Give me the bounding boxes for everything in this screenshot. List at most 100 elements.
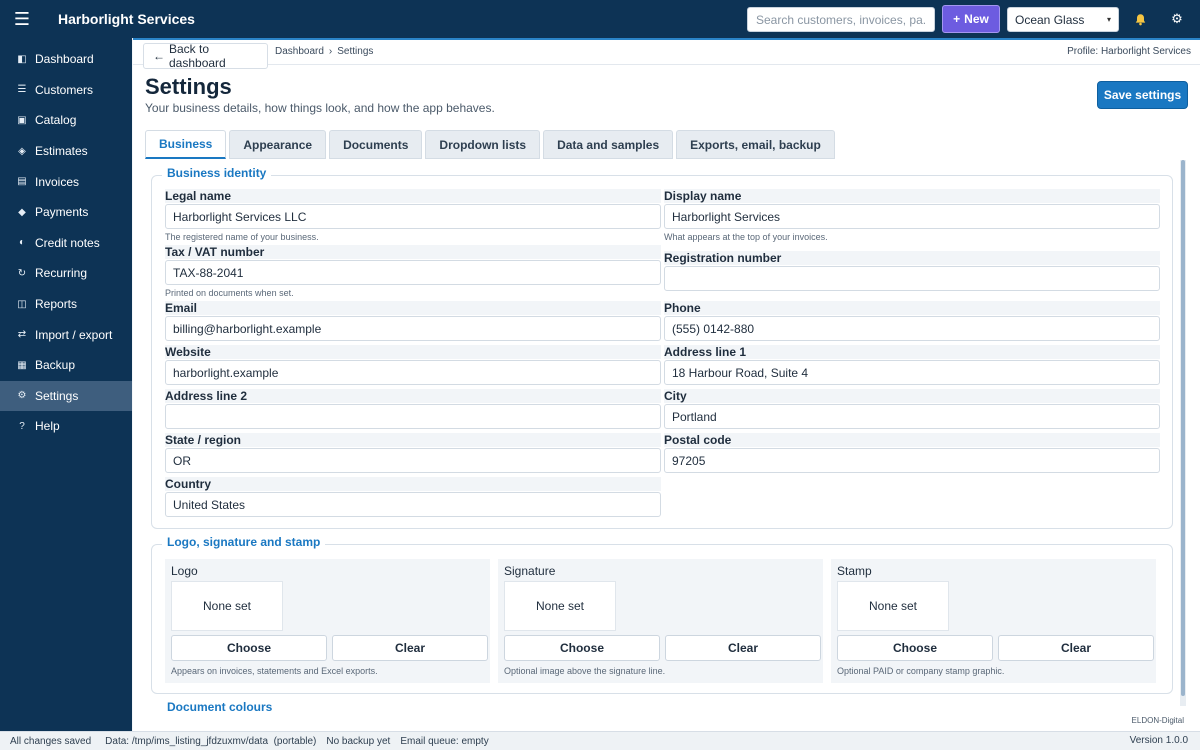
signature-clear-button[interactable]: Clear bbox=[665, 635, 821, 661]
field-label: Tax / VAT number bbox=[165, 245, 661, 259]
state-region-field: State / region OR bbox=[165, 433, 661, 473]
bell-icon[interactable] bbox=[1129, 8, 1151, 30]
city-field: City Portland bbox=[664, 389, 1160, 429]
field-label: City bbox=[664, 389, 1160, 403]
legal-name-input[interactable]: Harborlight Services LLC bbox=[165, 204, 661, 229]
asset-title: Signature bbox=[504, 564, 556, 578]
breadcrumb-dashboard[interactable]: Dashboard bbox=[275, 46, 324, 57]
asset-title: Stamp bbox=[837, 564, 872, 578]
tab-exports-email-backup[interactable]: Exports, email, backup bbox=[676, 130, 835, 159]
theme-select[interactable]: Ocean Glass ▾ bbox=[1007, 7, 1119, 32]
phone-input[interactable]: (555) 0142-880 bbox=[664, 316, 1160, 341]
email-input[interactable]: billing@harborlight.example bbox=[165, 316, 661, 341]
tab-appearance[interactable]: Appearance bbox=[229, 130, 327, 159]
sidebar-item-import-export[interactable]: ⇄ Import / export bbox=[0, 319, 132, 350]
logo-choose-button[interactable]: Choose bbox=[171, 635, 327, 661]
back-button-label: Back to dashboard bbox=[169, 42, 226, 70]
sidebar-item-label: Backup bbox=[35, 358, 76, 373]
signature-choose-button[interactable]: Choose bbox=[504, 635, 660, 661]
plus-icon: + bbox=[953, 12, 961, 26]
back-to-dashboard-button[interactable]: ← Back to dashboard bbox=[143, 42, 268, 70]
help-icon: ? bbox=[19, 420, 25, 432]
sidebar-item-label: Import / export bbox=[35, 327, 113, 342]
stamp-panel: Stamp None set Choose Clear Optional PAI… bbox=[831, 559, 1156, 683]
top-bar: ☰ Harborlight Services + New Ocean Glass… bbox=[0, 0, 1200, 38]
sidebar-item-help[interactable]: ? Help bbox=[0, 411, 132, 442]
stamp-clear-button[interactable]: Clear bbox=[998, 635, 1154, 661]
website-field: Website harborlight.example bbox=[165, 345, 661, 385]
country-field: Country United States bbox=[165, 477, 661, 517]
credit-note-icon: ◐ bbox=[18, 237, 26, 249]
save-status: All changes saved bbox=[10, 735, 92, 747]
sidebar-item-settings[interactable]: ⚙ Settings bbox=[0, 380, 132, 412]
sidebar-item-payments[interactable]: ◆ Payments bbox=[0, 197, 132, 228]
tax-number-input[interactable]: TAX-88-2041 bbox=[165, 260, 661, 285]
sidebar-item-invoices[interactable]: ▤ Invoices bbox=[0, 166, 132, 197]
country-input[interactable]: United States bbox=[165, 492, 661, 517]
status-bar: All changes saved Data: /tmp/ims_listing… bbox=[0, 731, 1200, 750]
business-identity-section: Business identity Legal name Harborlight… bbox=[151, 166, 1173, 529]
city-input[interactable]: Portland bbox=[664, 404, 1160, 429]
field-label: Address line 1 bbox=[664, 345, 1160, 359]
document-colours-legend: Document colours bbox=[167, 700, 273, 714]
sidebar-item-dashboard[interactable]: ◧ Dashboard bbox=[0, 44, 132, 75]
arrow-left-icon: ← bbox=[153, 49, 165, 63]
search-input[interactable] bbox=[747, 7, 935, 32]
sidebar-item-estimates[interactable]: ◈ Estimates bbox=[0, 136, 132, 167]
email-field: Email billing@harborlight.example bbox=[165, 301, 661, 341]
stamp-choose-button[interactable]: Choose bbox=[837, 635, 993, 661]
estimate-icon: ◈ bbox=[18, 145, 26, 157]
sidebar-item-recurring[interactable]: ↻ Recurring bbox=[0, 258, 132, 289]
new-button[interactable]: + New bbox=[942, 5, 1000, 33]
tab-business[interactable]: Business bbox=[145, 130, 227, 159]
logo-panel: Logo None set Choose Clear Appears on in… bbox=[165, 559, 490, 683]
sidebar-item-label: Help bbox=[35, 419, 60, 434]
asset-title: Logo bbox=[171, 564, 198, 578]
sidebar-item-label: Payments bbox=[35, 205, 89, 220]
sidebar-item-label: Catalog bbox=[35, 113, 77, 128]
field-label: State / region bbox=[165, 433, 661, 447]
registration-number-field: Registration number bbox=[664, 251, 1160, 291]
sidebar-item-reports[interactable]: ◫ Reports bbox=[0, 289, 132, 320]
asset-help: Appears on invoices, statements and Exce… bbox=[171, 666, 378, 676]
registration-number-input[interactable] bbox=[664, 266, 1160, 291]
sidebar-item-customers[interactable]: ☰ Customers bbox=[0, 75, 132, 106]
data-path: Data: /tmp/ims_listing_jfdzuxmv/data (po… bbox=[105, 735, 317, 747]
page-title: Settings bbox=[145, 74, 232, 99]
logo-clear-button[interactable]: Clear bbox=[332, 635, 488, 661]
address-line-1-input[interactable]: 18 Harbour Road, Suite 4 bbox=[664, 360, 1160, 385]
payment-icon: ◆ bbox=[18, 206, 26, 218]
sidebar-item-catalog[interactable]: ▣ Catalog bbox=[0, 105, 132, 136]
scrollbar-thumb[interactable] bbox=[1181, 160, 1185, 696]
sidebar-item-credit-notes[interactable]: ◐ Credit notes bbox=[0, 228, 132, 259]
save-settings-button[interactable]: Save settings bbox=[1097, 81, 1188, 109]
sidebar-item-backup[interactable]: ▦ Backup bbox=[0, 350, 132, 381]
list-icon: ☰ bbox=[17, 84, 27, 96]
sidebar-item-label: Estimates bbox=[35, 144, 88, 159]
gear-icon[interactable]: ⚙ bbox=[1166, 8, 1188, 30]
address-line-2-input[interactable] bbox=[165, 404, 661, 429]
tab-dropdown-lists[interactable]: Dropdown lists bbox=[425, 130, 541, 159]
signature-panel: Signature None set Choose Clear Optional… bbox=[498, 559, 823, 683]
menu-icon[interactable]: ☰ bbox=[0, 0, 44, 38]
brand-label: ELDON-Digital bbox=[1131, 716, 1184, 725]
breadcrumb: Dashboard › Settings bbox=[275, 46, 373, 57]
sidebar-item-label: Settings bbox=[35, 388, 79, 403]
field-label: Phone bbox=[664, 301, 1160, 315]
display-name-input[interactable]: Harborlight Services bbox=[664, 204, 1160, 229]
field-help: Printed on documents when set. bbox=[165, 288, 294, 298]
sidebar-item-label: Reports bbox=[35, 297, 78, 312]
page-subtitle: Your business details, how things look, … bbox=[145, 101, 495, 115]
website-input[interactable]: harborlight.example bbox=[165, 360, 661, 385]
asset-help: Optional image above the signature line. bbox=[504, 666, 666, 676]
gear-icon: ⚙ bbox=[17, 390, 27, 402]
display-name-field: Display name Harborlight Services What a… bbox=[664, 189, 1160, 242]
tab-documents[interactable]: Documents bbox=[329, 130, 423, 159]
catalog-icon: ▣ bbox=[17, 114, 27, 126]
postal-code-input[interactable]: 97205 bbox=[664, 448, 1160, 473]
tab-data-and-samples[interactable]: Data and samples bbox=[543, 130, 674, 159]
state-region-input[interactable]: OR bbox=[165, 448, 661, 473]
field-label: Postal code bbox=[664, 433, 1160, 447]
address-line-2-field: Address line 2 bbox=[165, 389, 661, 429]
app-title: Harborlight Services bbox=[58, 11, 195, 27]
